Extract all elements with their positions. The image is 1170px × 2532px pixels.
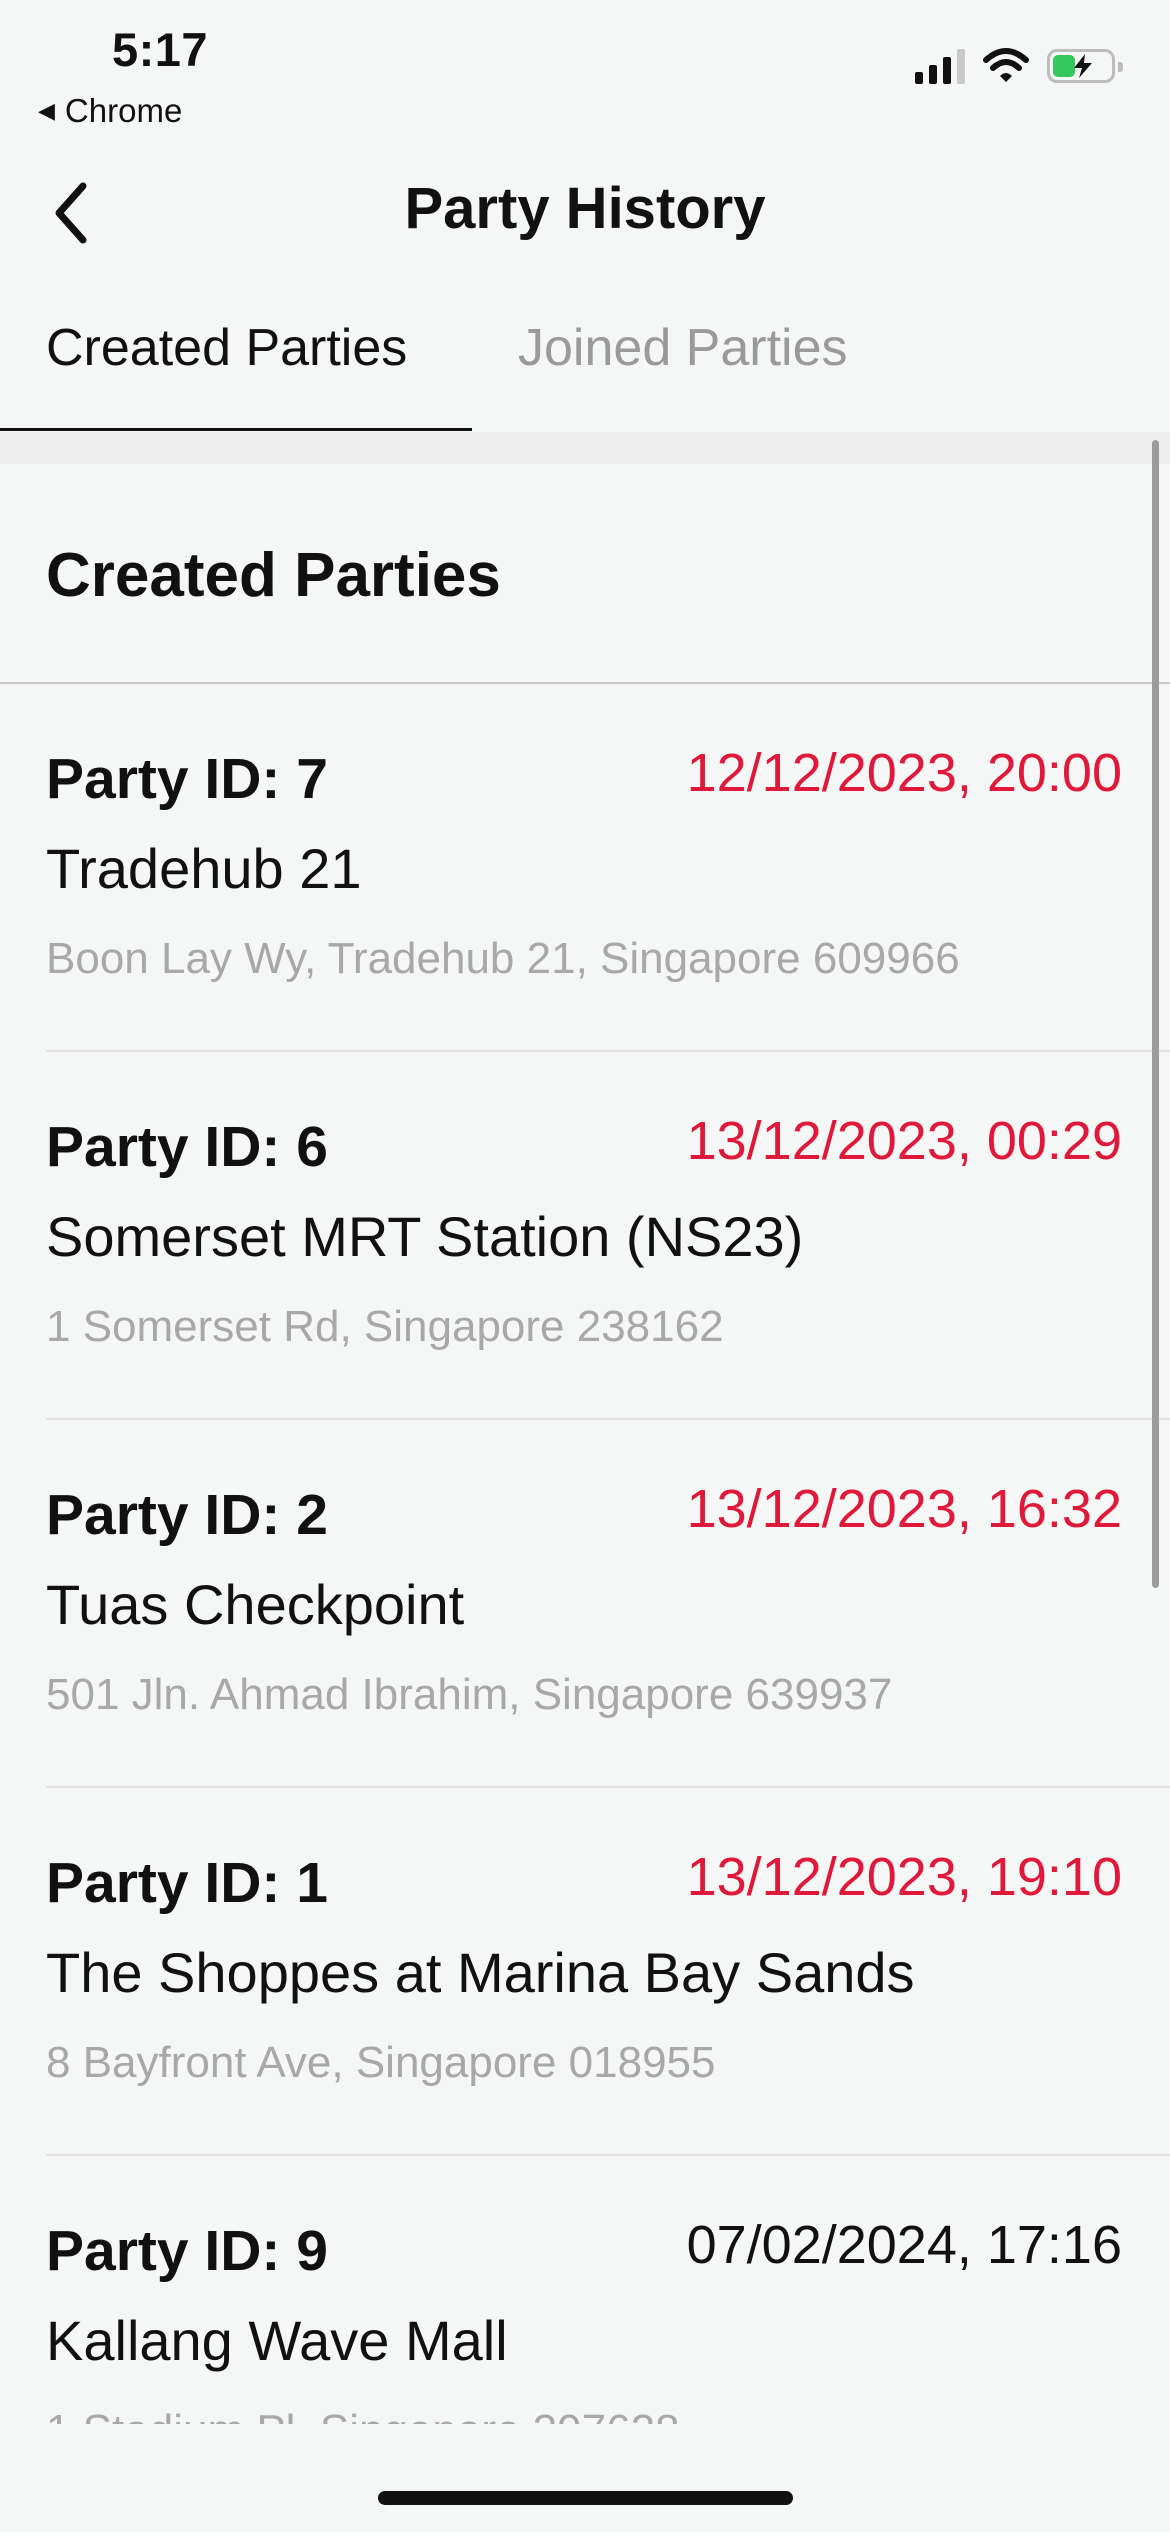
back-app-label: Chrome bbox=[64, 92, 183, 129]
battery-icon bbox=[1047, 49, 1123, 83]
status-bar: 5:17 ◀ Chrome bbox=[0, 0, 1170, 140]
party-id: Party ID: 9 bbox=[46, 2219, 328, 2283]
party-datetime: 13/12/2023, 00:29 bbox=[686, 1111, 1122, 1171]
party-datetime: 07/02/2024, 17:16 bbox=[686, 2215, 1122, 2275]
tab-joined-parties[interactable]: Joined Parties bbox=[518, 318, 848, 378]
scrollbar[interactable] bbox=[1152, 440, 1159, 1588]
cellular-signal-icon bbox=[915, 48, 965, 84]
party-location-name: The Shoppes at Marina Bay Sands bbox=[46, 1941, 915, 2004]
nav-header: Party History bbox=[0, 150, 1170, 270]
party-list-item[interactable]: Party ID: 2 13/12/2023, 16:32 Tuas Check… bbox=[0, 1420, 1170, 1788]
back-triangle-icon: ◀ bbox=[38, 98, 55, 123]
charging-bolt-icon bbox=[1074, 54, 1092, 78]
party-list: Party ID: 7 12/12/2023, 20:00 Tradehub 2… bbox=[0, 684, 1170, 2424]
tab-created-parties[interactable]: Created Parties bbox=[46, 318, 407, 378]
party-list-item[interactable]: Party ID: 1 13/12/2023, 19:10 The Shoppe… bbox=[0, 1788, 1170, 2156]
page-title: Party History bbox=[404, 176, 766, 241]
party-address: 501 Jln. Ahmad Ibrahim, Singapore 639937 bbox=[46, 1670, 893, 1719]
party-datetime: 12/12/2023, 20:00 bbox=[686, 743, 1122, 803]
party-id: Party ID: 7 bbox=[46, 747, 328, 811]
home-indicator[interactable] bbox=[378, 2491, 793, 2505]
party-address: Boon Lay Wy, Tradehub 21, Singapore 6099… bbox=[46, 934, 960, 983]
wifi-icon bbox=[983, 48, 1029, 82]
party-list-item[interactable]: Party ID: 9 07/02/2024, 17:16 Kallang Wa… bbox=[0, 2156, 1170, 2424]
active-tab-indicator bbox=[0, 428, 472, 431]
party-location-name: Kallang Wave Mall bbox=[46, 2309, 508, 2372]
party-list-item[interactable]: Party ID: 6 13/12/2023, 00:29 Somerset M… bbox=[0, 1052, 1170, 1420]
tab-bar: Created Parties Joined Parties bbox=[0, 300, 1170, 432]
party-location-name: Somerset MRT Station (NS23) bbox=[46, 1205, 804, 1268]
party-address: 1 Somerset Rd, Singapore 238162 bbox=[46, 1302, 724, 1351]
party-id: Party ID: 6 bbox=[46, 1115, 328, 1179]
party-datetime: 13/12/2023, 16:32 bbox=[686, 1479, 1122, 1539]
party-address: 1 Stadium Pl, Singapore 397628 bbox=[46, 2406, 680, 2424]
tab-divider bbox=[0, 432, 1170, 464]
section-title: Created Parties bbox=[46, 541, 501, 610]
status-time: 5:17 bbox=[112, 23, 209, 76]
party-list-item[interactable]: Party ID: 7 12/12/2023, 20:00 Tradehub 2… bbox=[0, 684, 1170, 1052]
party-datetime: 13/12/2023, 19:10 bbox=[686, 1847, 1122, 1907]
party-location-name: Tradehub 21 bbox=[46, 837, 362, 900]
party-id: Party ID: 1 bbox=[46, 1851, 328, 1915]
party-location-name: Tuas Checkpoint bbox=[46, 1573, 465, 1636]
party-address: 8 Bayfront Ave, Singapore 018955 bbox=[46, 2038, 716, 2087]
party-id: Party ID: 2 bbox=[46, 1483, 328, 1547]
status-icons bbox=[915, 48, 1123, 84]
back-to-app-link[interactable]: ◀ Chrome bbox=[38, 92, 182, 130]
